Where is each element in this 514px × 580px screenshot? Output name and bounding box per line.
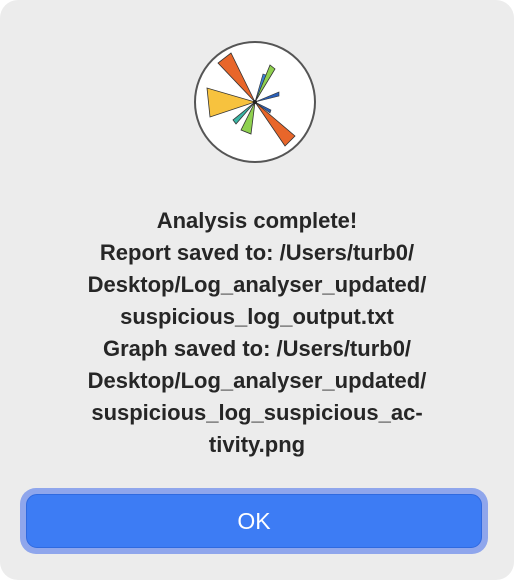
message-line: Graph saved to: /Users/turb0/	[102, 336, 412, 361]
message-line: Analysis complete!	[156, 208, 358, 233]
message-line: Desktop/Log_analyser_updated/	[87, 368, 427, 393]
message-line: suspicious_log_suspicious_ac-	[91, 400, 423, 425]
matplotlib-logo-icon	[193, 40, 317, 164]
message-line: suspicious_log_output.txt	[120, 304, 394, 329]
alert-message: Analysis complete! Report saved to: /Use…	[20, 205, 494, 461]
message-line: tivity.png	[208, 432, 306, 457]
alert-dialog: Analysis complete! Report saved to: /Use…	[0, 0, 514, 580]
message-line: Report saved to: /Users/turb0/	[99, 240, 415, 265]
message-line: Desktop/Log_analyser_updated/	[87, 272, 427, 297]
ok-button[interactable]: OK	[26, 494, 482, 548]
